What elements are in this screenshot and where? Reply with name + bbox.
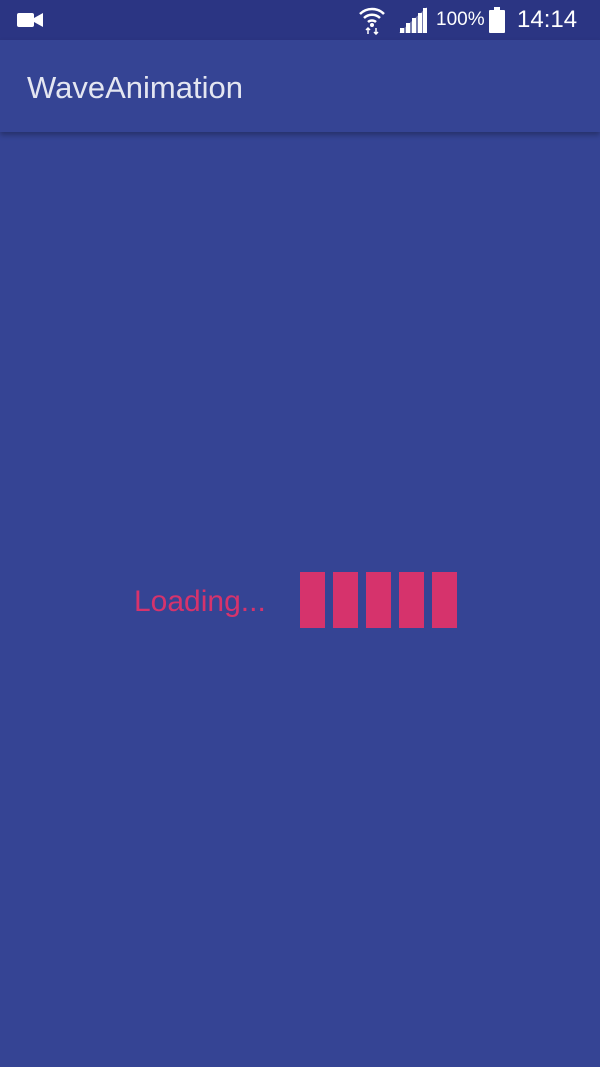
battery-icon (489, 7, 505, 38)
wave-loader (300, 572, 460, 628)
video-camera-icon (17, 13, 43, 32)
wifi-icon (358, 5, 386, 40)
signal-icon (399, 7, 427, 38)
app-bar: WaveAnimation (0, 40, 600, 132)
wave-bar (333, 572, 358, 628)
wave-bar (300, 572, 325, 628)
wave-bar (366, 572, 391, 628)
app-title: WaveAnimation (27, 70, 243, 105)
wave-bar (399, 572, 424, 628)
status-bar: 100% 14:14 (0, 0, 600, 40)
battery-percent-text: 100% (436, 9, 485, 30)
status-clock: 14:14 (517, 6, 578, 33)
wave-bar (432, 572, 457, 628)
loading-label: Loading... (134, 585, 266, 618)
main-content: Loading... (0, 132, 600, 1067)
